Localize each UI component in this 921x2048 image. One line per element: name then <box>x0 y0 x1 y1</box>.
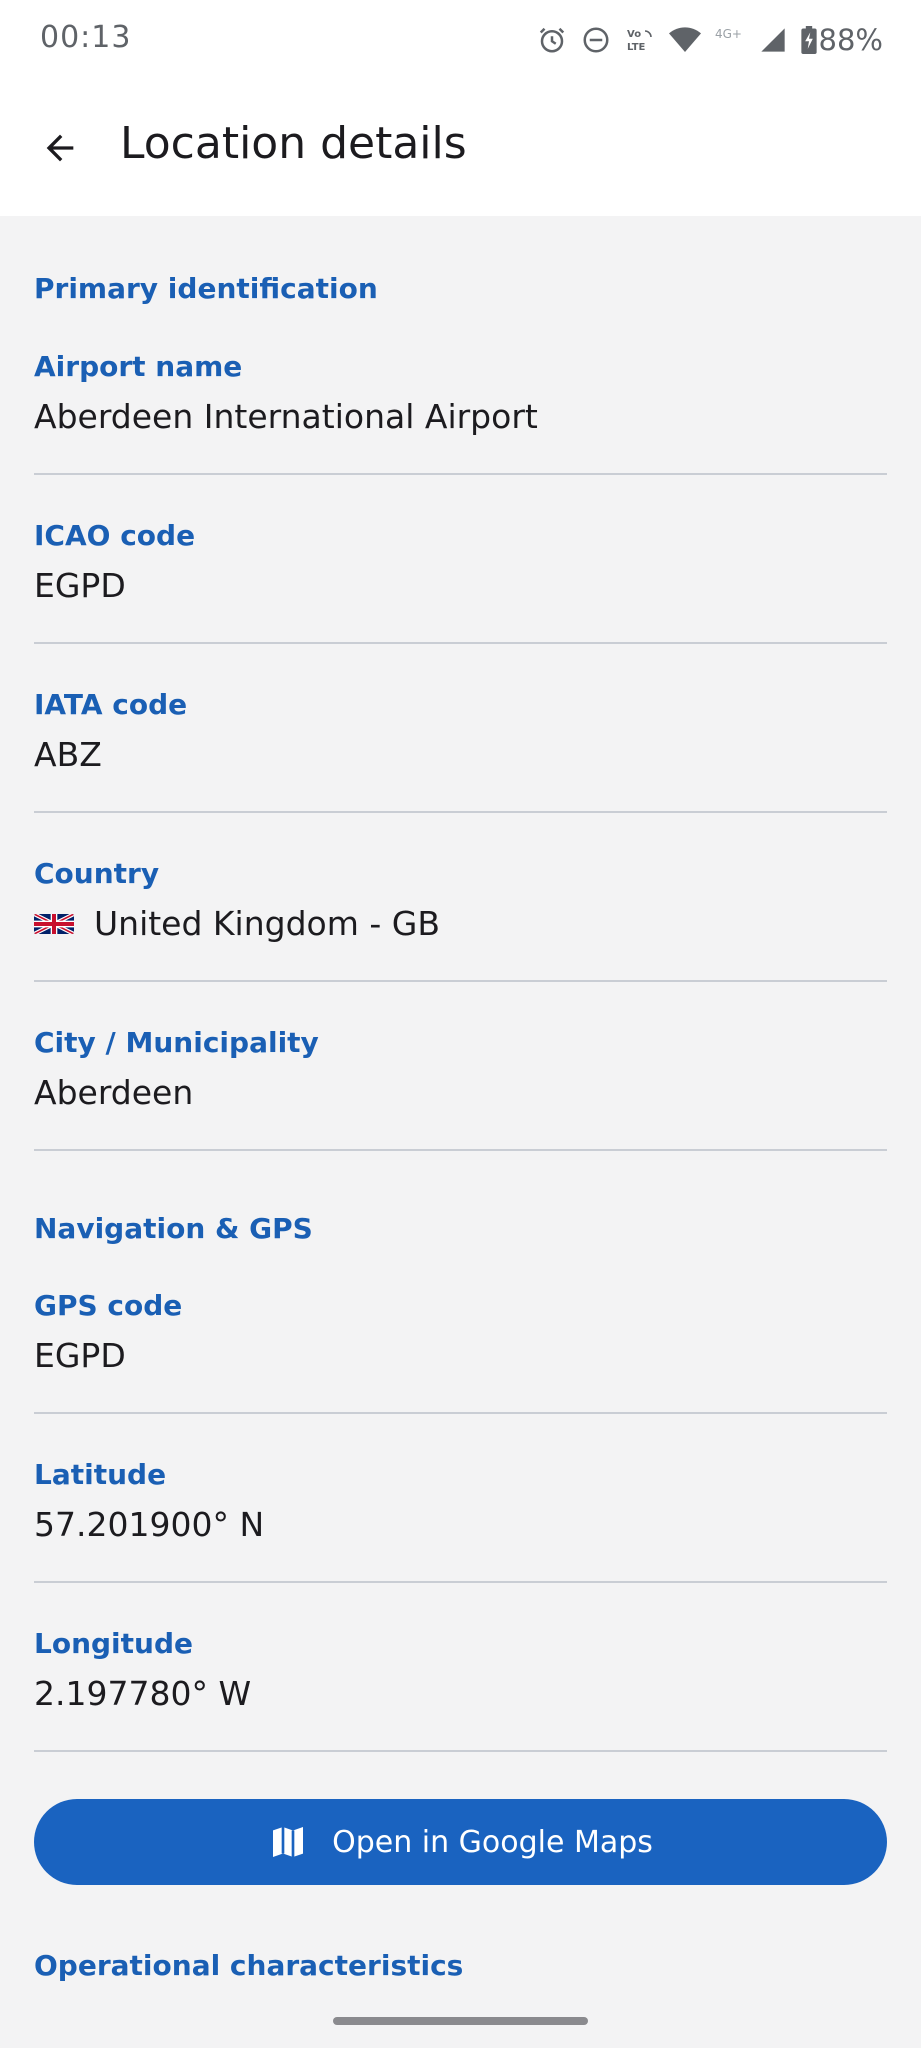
gps-code-field: GPS code EGPD <box>34 1288 887 1414</box>
icao-code-value: EGPD <box>34 566 126 605</box>
battery-percent: 88% <box>818 23 883 57</box>
open-in-google-maps-button[interactable]: Open in Google Maps <box>34 1799 887 1885</box>
section-heading-primary-identification: Primary identification <box>34 272 378 305</box>
country-label: Country <box>34 857 160 890</box>
location-details-content[interactable]: Primary identification Airport name Aber… <box>0 216 921 2048</box>
status-bar: 00:13 Vo LTE 4G+ 88% <box>0 0 921 80</box>
airport-name-field: Airport name Aberdeen International Airp… <box>34 349 887 475</box>
back-button[interactable] <box>30 118 90 178</box>
divider <box>34 1581 887 1583</box>
wifi-icon <box>668 26 701 54</box>
divider <box>34 473 887 475</box>
airport-name-value: Aberdeen International Airport <box>34 397 538 436</box>
longitude-field: Longitude 2.197780° W <box>34 1626 887 1752</box>
city-field: City / Municipality Aberdeen <box>34 1025 887 1151</box>
svg-text:4G+: 4G+ <box>715 27 742 41</box>
divider <box>34 642 887 644</box>
latitude-value: 57.201900° N <box>34 1505 265 1544</box>
signal-icon <box>759 26 787 54</box>
app-bar: Location details <box>0 80 921 216</box>
divider <box>34 811 887 813</box>
country-field: Country United Kingdom - GB <box>34 856 887 982</box>
status-icons: Vo LTE 4G+ 88% <box>537 18 883 62</box>
divider <box>34 980 887 982</box>
airport-name-label: Airport name <box>34 350 243 383</box>
divider <box>34 1412 887 1414</box>
divider <box>34 1149 887 1151</box>
status-time: 00:13 <box>40 20 132 55</box>
map-icon <box>273 1827 304 1857</box>
icao-code-label: ICAO code <box>34 519 196 552</box>
iata-code-value: ABZ <box>34 735 102 774</box>
battery-indicator: 88% <box>800 23 883 57</box>
home-indicator[interactable] <box>333 2017 588 2025</box>
longitude-label: Longitude <box>34 1627 194 1660</box>
arrow-back-icon <box>46 134 74 162</box>
section-heading-operational-characteristics: Operational characteristics <box>34 1949 464 1982</box>
city-value: Aberdeen <box>34 1073 194 1112</box>
latitude-field: Latitude 57.201900° N <box>34 1457 887 1583</box>
svg-text:Vo: Vo <box>627 29 641 40</box>
open-in-google-maps-label: Open in Google Maps <box>332 1824 653 1860</box>
gps-code-label: GPS code <box>34 1289 183 1322</box>
latitude-label: Latitude <box>34 1458 167 1491</box>
4g-plus-icon: 4G+ <box>715 26 745 54</box>
do-not-disturb-icon <box>581 25 611 55</box>
svg-text:LTE: LTE <box>627 42 646 53</box>
longitude-value: 2.197780° W <box>34 1674 252 1713</box>
section-heading-navigation-gps: Navigation & GPS <box>34 1212 313 1245</box>
volte-icon: Vo LTE <box>625 25 655 55</box>
country-value-row: United Kingdom - GB <box>34 902 887 946</box>
battery-icon <box>800 26 817 54</box>
gps-code-value: EGPD <box>34 1336 126 1375</box>
country-value: United Kingdom - GB <box>94 904 440 943</box>
iata-code-field: IATA code ABZ <box>34 687 887 813</box>
iata-code-label: IATA code <box>34 688 188 721</box>
city-label: City / Municipality <box>34 1026 319 1059</box>
alarm-icon <box>537 25 567 55</box>
divider <box>34 1750 887 1752</box>
page-title: Location details <box>120 118 467 169</box>
uk-flag-icon <box>34 914 74 934</box>
icao-code-field: ICAO code EGPD <box>34 518 887 644</box>
